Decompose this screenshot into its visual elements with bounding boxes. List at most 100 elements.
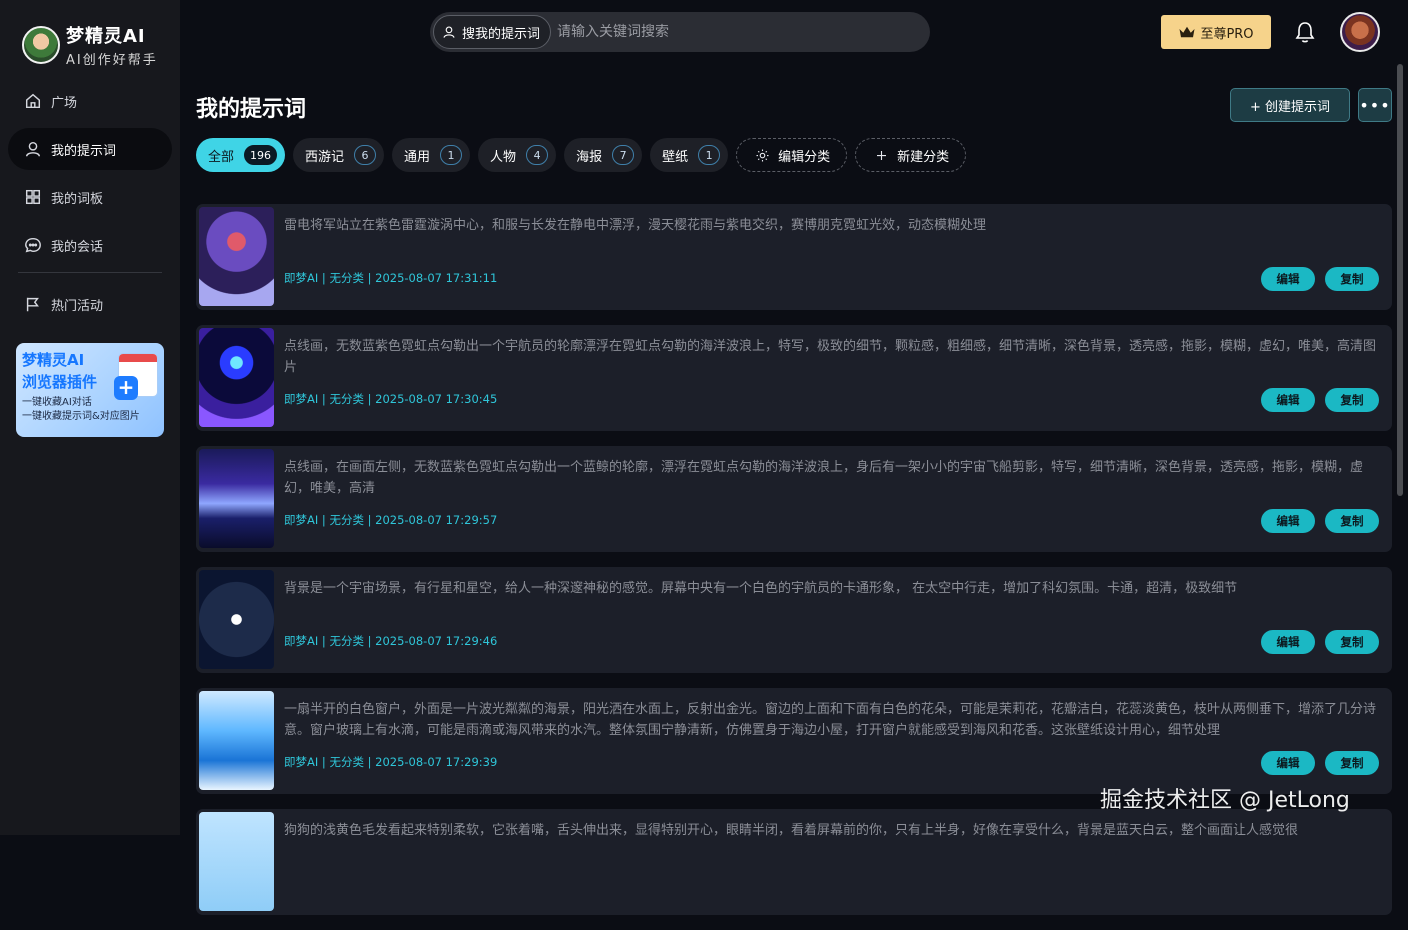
page-title: 我的提示词	[196, 97, 307, 122]
sidebar-item-my-boards[interactable]: 我的词板	[8, 176, 172, 218]
tab-count-badge: 4	[526, 145, 549, 165]
crown-icon	[1179, 26, 1195, 38]
edit-button[interactable]: 编辑	[1261, 388, 1315, 412]
tab-label: 人物	[490, 149, 517, 165]
app-subtitle: AI创作好帮手	[66, 53, 158, 68]
prompt-thumbnail[interactable]	[199, 328, 274, 427]
tab-poster[interactable]: 海报 7	[564, 138, 643, 172]
user-icon	[25, 141, 41, 157]
tab-count-badge: 1	[440, 145, 463, 165]
copy-button[interactable]: 复制	[1325, 388, 1379, 412]
sidebar-item-square[interactable]: 广场	[8, 80, 172, 122]
tab-journey-west[interactable]: 西游记 6	[293, 138, 385, 172]
scrollbar[interactable]	[1397, 64, 1403, 835]
tab-all[interactable]: 全部 196	[196, 138, 286, 172]
tab-wallpaper[interactable]: 壁纸 1	[650, 138, 729, 172]
prompt-meta: 即梦AI | 无分类 | 2025-08-07 17:30:45	[284, 392, 498, 406]
sidebar-divider	[18, 272, 162, 273]
prompt-meta: 即梦AI | 无分类 | 2025-08-07 17:29:46	[284, 634, 498, 648]
sidebar-item-label: 广场	[51, 95, 78, 111]
more-options-button[interactable]: •••	[1358, 88, 1392, 122]
search-input[interactable]	[551, 15, 927, 49]
prompt-meta: 即梦AI | 无分类 | 2025-08-07 17:29:39	[284, 755, 498, 769]
flag-icon	[26, 297, 39, 312]
prompt-card[interactable]: 点线画，在画面左侧，无数蓝紫色霓虹点勾勒出一个蓝鲸的轮廓，漂浮在霓虹点勾勒的海洋…	[196, 446, 1392, 552]
prompt-thumbnail[interactable]	[199, 449, 274, 548]
tab-count-badge: 6	[354, 145, 377, 165]
pro-label: 至尊PRO	[1200, 26, 1254, 42]
tab-count-badge: 196	[244, 145, 278, 165]
app-title: 梦精灵AI	[66, 26, 146, 47]
tab-count-badge: 7	[612, 145, 635, 165]
sidebar-item-hot-events[interactable]: 热门活动	[8, 283, 172, 325]
tab-label: 壁纸	[662, 149, 689, 165]
prompt-list: 雷电将军站立在紫色雷霆漩涡中心，和服与长发在静电中漂浮，漫天樱花雨与紫电交织，赛…	[196, 204, 1392, 930]
new-category-label: 新建分类	[897, 149, 950, 165]
prompt-thumbnail[interactable]	[199, 570, 274, 669]
plus-icon	[877, 150, 887, 160]
create-prompt-button[interactable]: + 创建提示词	[1230, 88, 1350, 122]
browser-extension-promo[interactable]: 梦精灵AI 浏览器插件 一键收藏AI对话 一键收藏提示词&对应图片 +	[16, 343, 164, 437]
pro-upgrade-button[interactable]: 至尊PRO	[1161, 15, 1271, 49]
edit-category-label: 编辑分类	[778, 149, 831, 165]
prompt-card[interactable]: 狗狗的浅黄色毛发看起来特别柔软，它张着嘴，舌头伸出来，显得特别开心，眼睛半闭，看…	[196, 809, 1392, 915]
edit-button[interactable]: 编辑	[1261, 509, 1315, 533]
gear-icon	[756, 149, 769, 161]
sidebar-item-my-chats[interactable]: 我的会话	[8, 224, 172, 266]
tab-count-badge: 1	[698, 145, 721, 165]
copy-button[interactable]: 复制	[1325, 751, 1379, 775]
prompt-text: 背景是一个宇宙场景，有行星和星空，给人一种深邃神秘的感觉。屏幕中央有一个白色的宇…	[284, 581, 1238, 596]
category-tabs: 全部 196 西游记 6 通用 1 人物 4 海报 7 壁纸 1 编辑分类 新建…	[196, 138, 974, 172]
prompt-text: 点线画，在画面左侧，无数蓝紫色霓虹点勾勒出一个蓝鲸的轮廓，漂浮在霓虹点勾勒的海洋…	[284, 460, 1364, 496]
sidebar-nav: 广场 我的提示词 我的词板 我的会话 热门活动	[8, 80, 172, 331]
prompt-card[interactable]: 雷电将军站立在紫色雷霆漩涡中心，和服与长发在静电中漂浮，漫天樱花雨与紫电交织，赛…	[196, 204, 1392, 310]
app-logo[interactable]: 梦精灵AI AI创作好帮手	[22, 22, 158, 68]
tab-label: 海报	[576, 149, 603, 165]
search-scope-button[interactable]: 搜我的提示词	[433, 15, 552, 49]
logo-avatar-icon	[22, 26, 60, 64]
prompt-thumbnail[interactable]	[199, 812, 274, 911]
promo-line: 一键收藏AI对话	[22, 397, 92, 408]
sidebar-item-label: 我的提示词	[51, 143, 117, 159]
tab-label: 通用	[404, 149, 431, 165]
prompt-text: 点线画，无数蓝紫色霓虹点勾勒出一个宇航员的轮廓漂浮在霓虹点勾勒的海洋波浪上，特写…	[284, 339, 1376, 375]
sidebar-item-label: 我的词板	[51, 191, 104, 207]
new-category-button[interactable]: 新建分类	[855, 138, 967, 172]
sidebar: 梦精灵AI AI创作好帮手 广场 我的提示词 我的词板 我的会话 热门活动 梦精…	[0, 0, 180, 835]
bell-icon[interactable]	[1294, 20, 1316, 44]
prompt-text: 雷电将军站立在紫色雷霆漩涡中心，和服与长发在静电中漂浮，漫天樱花雨与紫电交织，赛…	[284, 218, 987, 233]
search-bar: 搜我的提示词	[430, 12, 930, 52]
prompt-text: 一扇半开的白色窗户，外面是一片波光粼粼的海景，阳光洒在水面上，反射出金光。窗边的…	[284, 702, 1376, 738]
copy-button[interactable]: 复制	[1325, 630, 1379, 654]
tab-general[interactable]: 通用 1	[392, 138, 471, 172]
prompt-card[interactable]: 背景是一个宇宙场景，有行星和星空，给人一种深邃神秘的感觉。屏幕中央有一个白色的宇…	[196, 567, 1392, 673]
chat-icon	[25, 237, 41, 253]
prompt-thumbnail[interactable]	[199, 207, 274, 306]
edit-button[interactable]: 编辑	[1261, 630, 1315, 654]
plus-icon: +	[114, 376, 138, 400]
edit-button[interactable]: 编辑	[1261, 267, 1315, 291]
scroll-thumb[interactable]	[1397, 64, 1403, 496]
tab-people[interactable]: 人物 4	[478, 138, 557, 172]
sidebar-item-label: 热门活动	[51, 298, 104, 314]
prompt-meta: 即梦AI | 无分类 | 2025-08-07 17:31:11	[284, 271, 498, 285]
user-avatar[interactable]	[1340, 12, 1380, 52]
sidebar-item-my-prompts[interactable]: 我的提示词	[8, 128, 172, 170]
prompt-card[interactable]: 一扇半开的白色窗户，外面是一片波光粼粼的海景，阳光洒在水面上，反射出金光。窗边的…	[196, 688, 1392, 794]
grid-icon	[25, 189, 41, 205]
promo-line: 一键收藏提示词&对应图片	[22, 411, 140, 422]
top-bar: 搜我的提示词 至尊PRO	[180, 0, 1408, 64]
prompt-card[interactable]: 点线画，无数蓝紫色霓虹点勾勒出一个宇航员的轮廓漂浮在霓虹点勾勒的海洋波浪上，特写…	[196, 325, 1392, 431]
edit-category-button[interactable]: 编辑分类	[736, 138, 848, 172]
prompt-thumbnail[interactable]	[199, 691, 274, 790]
watermark: 掘金技术社区 @ JetLong	[1100, 788, 1350, 813]
search-scope-label: 搜我的提示词	[462, 26, 541, 42]
main-content: 我的提示词 + 创建提示词 ••• 全部 196 西游记 6 通用 1 人物 4…	[180, 64, 1408, 915]
copy-button[interactable]: 复制	[1325, 267, 1379, 291]
sidebar-item-label: 我的会话	[51, 239, 104, 255]
edit-button[interactable]: 编辑	[1261, 751, 1315, 775]
prompt-text: 狗狗的浅黄色毛发看起来特别柔软，它张着嘴，舌头伸出来，显得特别开心，眼睛半闭，看…	[284, 823, 1299, 838]
tab-label: 全部	[208, 149, 235, 165]
user-icon	[443, 26, 455, 38]
copy-button[interactable]: 复制	[1325, 509, 1379, 533]
